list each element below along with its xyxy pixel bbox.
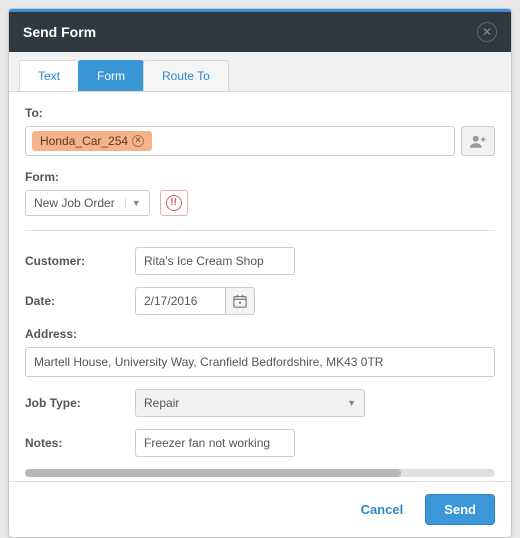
send-button[interactable]: Send (425, 494, 495, 525)
jobtype-value: Repair (144, 396, 179, 410)
form-select[interactable]: New Job Order ▼ (25, 190, 150, 216)
send-form-modal: Send Form ✕ Text Form Route To To: Honda… (8, 8, 512, 538)
scrollbar-thumb[interactable] (25, 469, 401, 477)
to-input[interactable]: Honda_Car_254 × (25, 126, 455, 156)
close-icon: ✕ (482, 25, 492, 39)
priority-button[interactable]: !! (160, 190, 188, 216)
form-select-value: New Job Order (34, 196, 115, 210)
alert-icon: !! (166, 195, 182, 211)
to-label: To: (25, 106, 495, 120)
date-picker-button[interactable] (225, 287, 255, 315)
address-input[interactable] (25, 347, 495, 377)
tab-bar: Text Form Route To (9, 52, 511, 92)
date-input[interactable] (135, 287, 225, 315)
jobtype-select[interactable]: Repair ▼ (135, 389, 365, 417)
recipient-chip[interactable]: Honda_Car_254 × (32, 131, 152, 151)
form-label: Form: (25, 170, 495, 184)
recipient-chip-label: Honda_Car_254 (40, 134, 128, 148)
add-recipient-button[interactable] (461, 126, 495, 156)
modal-header: Send Form ✕ (9, 12, 511, 52)
customer-input[interactable] (135, 247, 295, 275)
divider (25, 230, 495, 231)
add-user-icon (469, 134, 487, 148)
date-row: Date: (25, 287, 495, 315)
chevron-down-icon: ▼ (347, 398, 356, 408)
notes-input[interactable] (135, 429, 295, 457)
tab-text[interactable]: Text (19, 60, 79, 91)
chevron-down-icon: ▼ (125, 198, 141, 208)
customer-row: Customer: (25, 247, 495, 275)
modal-footer: Cancel Send (9, 481, 511, 537)
horizontal-scrollbar[interactable] (25, 469, 495, 477)
address-label: Address: (25, 327, 495, 341)
cancel-button[interactable]: Cancel (353, 496, 412, 523)
address-block: Address: (25, 327, 495, 377)
date-field (135, 287, 255, 315)
calendar-icon (233, 294, 247, 308)
modal-title: Send Form (23, 24, 96, 40)
chip-remove-icon[interactable]: × (132, 135, 144, 147)
tab-route-to[interactable]: Route To (143, 60, 229, 91)
modal-body: To: Honda_Car_254 × Form: New Job Order (9, 92, 511, 481)
notes-label: Notes: (25, 436, 135, 450)
date-label: Date: (25, 294, 135, 308)
form-row: New Job Order ▼ !! (25, 190, 495, 216)
to-row: Honda_Car_254 × (25, 126, 495, 156)
customer-label: Customer: (25, 254, 135, 268)
close-button[interactable]: ✕ (477, 22, 497, 42)
jobtype-label: Job Type: (25, 396, 135, 410)
jobtype-row: Job Type: Repair ▼ (25, 389, 495, 417)
tab-form[interactable]: Form (78, 60, 144, 91)
notes-row: Notes: (25, 429, 495, 457)
